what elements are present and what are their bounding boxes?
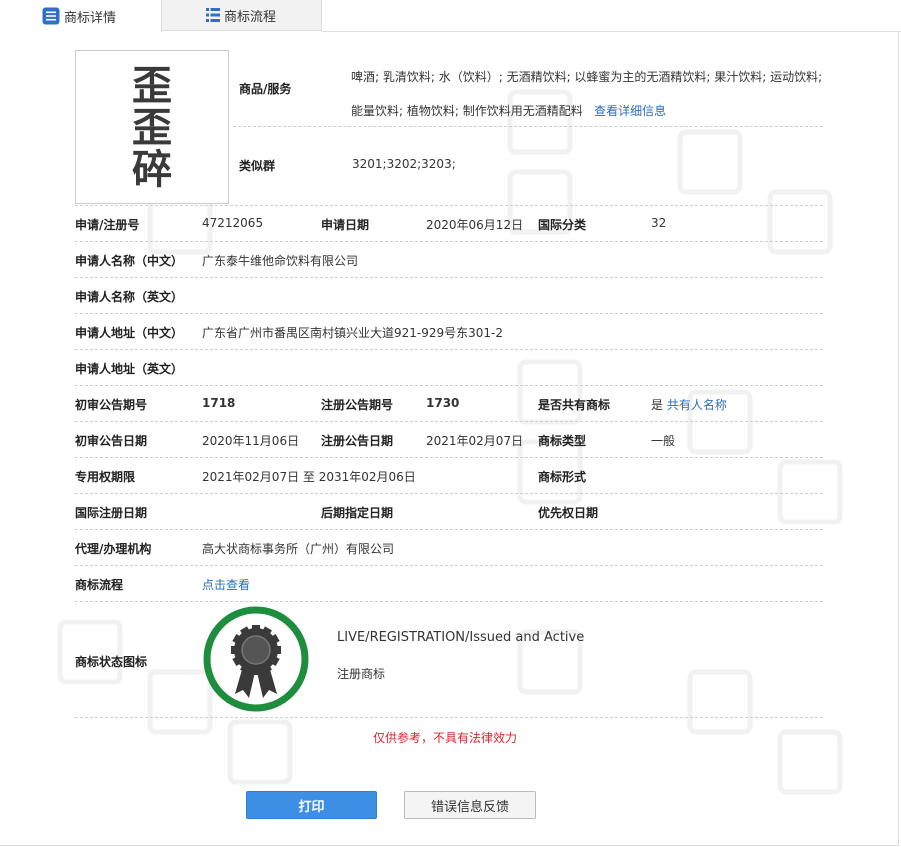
exclusive-period-value: 2021年02月07日 至 2031年02月06日 <box>202 470 416 484</box>
address-cn-value: 广东省广州市番禺区南村镇兴业大道921-929号东301-2 <box>202 326 504 340</box>
row-divider <box>75 717 823 718</box>
row-divider <box>75 349 823 350</box>
app-date-value: 2020年06月12日 <box>426 218 524 232</box>
goods-value: 啤酒; 乳清饮料; 水（饮料）; 无酒精饮料; 以蜂蜜为主的无酒精饮料; 果汁饮… <box>351 70 823 118</box>
registered-badge-icon <box>203 606 309 712</box>
shared-label: 是否共有商标 <box>538 398 611 412</box>
tm-type-value: 一般 <box>651 434 676 448</box>
prelim-date-value: 2020年11月06日 <box>202 434 300 448</box>
row-divider <box>75 205 823 206</box>
row-divider <box>75 277 823 278</box>
app-date-label: 申请日期 <box>321 218 370 232</box>
reg-date-label: 注册公告日期 <box>321 434 394 448</box>
priority-date-label: 优先权日期 <box>538 506 599 520</box>
trademark-char-1: 歪 <box>132 62 172 109</box>
address-cn-label: 申请人地址（中文） <box>75 326 184 340</box>
disclaimer: 仅供参考，不具有法律效力 <box>373 731 518 745</box>
reg-issue-label: 注册公告期号 <box>321 398 394 412</box>
applicant-en-label: 申请人名称（英文） <box>75 290 184 304</box>
similar-group-label: 类似群 <box>239 159 276 173</box>
print-button[interactable]: 打印 <box>246 791 377 819</box>
row-divider <box>233 126 823 127</box>
row-divider <box>75 565 823 566</box>
reg-issue-value: 1730 <box>426 396 460 410</box>
tm-form-label: 商标形式 <box>538 470 587 484</box>
trademark-image: 歪 歪 碎 <box>75 50 229 204</box>
prelim-issue-value: 1718 <box>202 396 236 410</box>
row-divider <box>75 385 823 386</box>
shared-yes: 是 <box>651 398 664 412</box>
shared-value: 是 共有人名称 <box>651 396 727 413</box>
later-designation-label: 后期指定日期 <box>321 506 394 520</box>
agent-label: 代理/办理机构 <box>75 542 152 556</box>
feedback-button[interactable]: 错误信息反馈 <box>404 791 536 819</box>
row-divider <box>75 493 823 494</box>
reg-date-value: 2021年02月07日 <box>426 434 524 448</box>
status-cn: 注册商标 <box>337 667 386 681</box>
trademark-char-2: 歪 <box>132 104 172 151</box>
reg-no-label: 申请/注册号 <box>75 218 140 232</box>
intl-class-label: 国际分类 <box>538 218 587 232</box>
similar-group-value: 3201;3202;3203; <box>352 157 456 171</box>
row-divider <box>75 601 823 602</box>
prelim-date-label: 初审公告日期 <box>75 434 148 448</box>
trademark-image-text: 歪 歪 碎 <box>76 65 228 191</box>
row-divider <box>75 421 823 422</box>
row-divider <box>75 457 823 458</box>
goods-text: 啤酒; 乳清饮料; 水（饮料）; 无酒精饮料; 以蜂蜜为主的无酒精饮料; 果汁饮… <box>351 60 826 128</box>
applicant-cn-label: 申请人名称（中文） <box>75 254 184 268</box>
status-en: LIVE/REGISTRATION/Issued and Active <box>337 630 585 645</box>
row-divider <box>75 241 823 242</box>
view-detail-link[interactable]: 查看详细信息 <box>594 104 666 118</box>
reg-no-value: 47212065 <box>202 216 264 230</box>
applicant-cn-value: 广东泰牛维他命饮料有限公司 <box>202 254 359 268</box>
intl-class-value: 32 <box>651 216 667 230</box>
process-label: 商标流程 <box>75 578 124 592</box>
prelim-issue-label: 初审公告期号 <box>75 398 148 412</box>
address-en-label: 申请人地址（英文） <box>75 362 184 376</box>
intl-reg-date-label: 国际注册日期 <box>75 506 148 520</box>
agent-value: 高大状商标事务所（广州）有限公司 <box>202 542 395 556</box>
detail-content: 歪 歪 碎 商品/服务 啤酒; 乳清饮料; 水（饮料）; 无酒精饮料; 以蜂蜜为… <box>0 0 901 847</box>
exclusive-period-label: 专用权期限 <box>75 470 136 484</box>
co-owner-link[interactable]: 共有人名称 <box>667 398 727 412</box>
row-divider <box>75 313 823 314</box>
view-process-link[interactable]: 点击查看 <box>202 576 250 593</box>
tm-type-label: 商标类型 <box>538 434 587 448</box>
status-icon-label: 商标状态图标 <box>75 655 148 669</box>
goods-label: 商品/服务 <box>239 82 292 96</box>
row-divider <box>75 529 823 530</box>
trademark-char-3: 碎 <box>132 146 172 193</box>
